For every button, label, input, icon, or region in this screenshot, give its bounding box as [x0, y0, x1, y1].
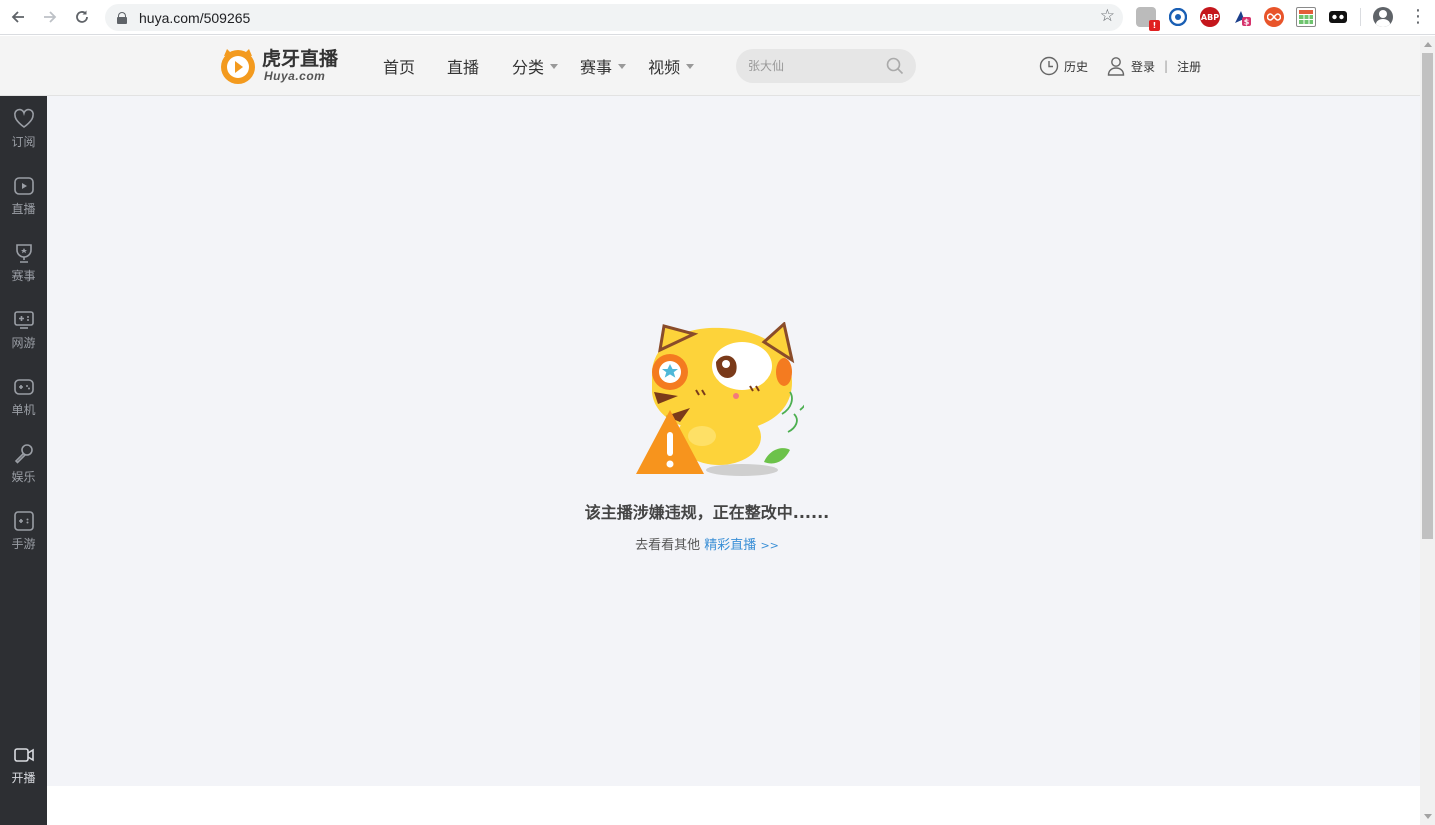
notice-sub-prefix: 去看看其他	[635, 538, 701, 553]
footer-strip	[47, 786, 1420, 825]
tv-play-icon	[13, 177, 34, 195]
bookmark-star-icon[interactable]: ☆	[1100, 6, 1115, 26]
nav-events-label: 赛事	[580, 58, 613, 77]
scroll-down-arrow-icon[interactable]	[1424, 814, 1432, 819]
extensions-bar: ! ABP $	[1136, 5, 1348, 31]
nav-live-label: 直播	[447, 58, 480, 77]
login-link[interactable]: 登录	[1131, 58, 1155, 75]
adblock-abp-icon[interactable]: ABP	[1200, 7, 1220, 27]
sidebar-item-events[interactable]: 赛事	[0, 242, 47, 298]
search-box	[736, 49, 916, 83]
sidebar-item-subscribe[interactable]: 订阅	[0, 108, 47, 164]
account-area: 登录 | 注册	[1107, 56, 1201, 76]
featured-live-label: 精彩直播	[704, 538, 757, 553]
double-chevron-icon: >>	[760, 539, 779, 552]
forward-button[interactable]	[34, 1, 66, 33]
broadcast-label: 开播	[11, 771, 36, 785]
infinity-icon[interactable]	[1264, 7, 1284, 27]
trophy-icon	[15, 244, 32, 263]
featured-live-link[interactable]: 精彩直播 >>	[704, 538, 779, 553]
sidebar-item-label: 直播	[11, 202, 36, 216]
sidebar-item-live[interactable]: 直播	[0, 175, 47, 231]
sidebar-start-broadcast[interactable]: 开播	[0, 744, 47, 800]
toolbar-divider	[1360, 8, 1361, 26]
nav-home[interactable]: 首页	[383, 54, 415, 78]
mobile-game-icon	[13, 511, 34, 531]
history-link[interactable]: 历史	[1039, 56, 1088, 76]
microphone-icon	[14, 444, 33, 464]
heart-icon	[13, 108, 34, 128]
caret-down-icon	[686, 63, 695, 69]
browser-menu-icon[interactable]: ⋮	[1409, 7, 1427, 27]
sidebar-item-mobile-games[interactable]: 手游	[0, 510, 47, 566]
site-header: 虎牙直播 Huya.com 首页 直播 分类 赛事 视频 张大仙 历史 登录 |…	[0, 36, 1420, 96]
browser-toolbar: huya.com/509265 ☆ ! ABP $ ⋮	[0, 0, 1435, 35]
history-label: 历史	[1064, 59, 1089, 74]
scroll-up-arrow-icon[interactable]	[1424, 42, 1432, 47]
caret-down-icon	[618, 63, 627, 69]
sidebar-item-label: 网游	[11, 336, 36, 350]
wizard-dollar-icon[interactable]: $	[1232, 7, 1252, 27]
sidebar-item-label: 订阅	[11, 135, 36, 149]
profile-avatar-icon[interactable]	[1373, 7, 1393, 27]
gamepad-pc-icon	[13, 311, 34, 329]
violation-notice-title: 该主播涉嫌违规，正在整改中......	[584, 503, 830, 522]
main-nav: 首页 直播 分类 赛事 视频	[383, 36, 695, 96]
sidebar-item-label: 娱乐	[11, 470, 36, 484]
scrollbar-thumb[interactable]	[1422, 53, 1433, 539]
sidebar-item-label: 赛事	[11, 269, 36, 283]
nav-live[interactable]: 直播	[447, 54, 479, 78]
nav-home-label: 首页	[383, 58, 416, 77]
nav-events[interactable]: 赛事	[580, 54, 627, 78]
mask-icon[interactable]	[1328, 7, 1348, 27]
abp-label: ABP	[1200, 12, 1220, 22]
caret-down-icon	[550, 63, 559, 69]
page-scrollbar[interactable]	[1420, 36, 1435, 825]
url-text[interactable]: huya.com/509265	[139, 10, 250, 26]
account-divider: |	[1164, 59, 1169, 73]
address-bar[interactable]: huya.com/509265 ☆	[105, 4, 1123, 31]
tiger-mascot-illustration	[636, 322, 804, 476]
huya-logo[interactable]: 虎牙直播 Huya.com	[218, 47, 340, 87]
violation-notice-sub: 去看看其他 精彩直播 >>	[47, 534, 1367, 553]
search-input[interactable]	[748, 56, 878, 76]
sidebar-item-label: 单机	[11, 403, 36, 417]
reload-button[interactable]	[66, 1, 98, 33]
svg-text:$: $	[1244, 18, 1250, 27]
logo-domain: Huya.com	[264, 69, 326, 83]
github-cat-icon[interactable]	[1168, 7, 1188, 27]
logo-text: 虎牙直播	[262, 48, 339, 70]
nav-video[interactable]: 视频	[648, 54, 695, 78]
sidebar-item-online-games[interactable]: 网游	[0, 309, 47, 365]
video-camera-icon	[13, 748, 34, 762]
search-icon[interactable]	[886, 57, 904, 75]
back-button[interactable]	[2, 1, 34, 33]
huya-tiger-icon	[221, 49, 255, 84]
nav-category-label: 分类	[512, 58, 545, 77]
controller-icon	[13, 379, 34, 395]
nav-category[interactable]: 分类	[512, 54, 559, 78]
user-icon	[1107, 57, 1125, 76]
sidebar-item-entertainment[interactable]: 娱乐	[0, 443, 47, 499]
register-link[interactable]: 注册	[1177, 58, 1201, 75]
left-sidebar: 订阅 直播 赛事 网游 单机 娱乐 手游 开播	[0, 96, 47, 825]
extension-red-badge-icon[interactable]: !	[1136, 7, 1160, 31]
sidebar-item-label: 手游	[11, 537, 36, 551]
table-grid-icon[interactable]	[1296, 7, 1316, 27]
main-content: 该主播涉嫌违规，正在整改中...... 去看看其他 精彩直播 >>	[47, 96, 1420, 786]
lock-icon	[117, 11, 127, 24]
nav-video-label: 视频	[648, 58, 681, 77]
clock-icon	[1039, 56, 1059, 76]
sidebar-item-single-player[interactable]: 单机	[0, 376, 47, 432]
